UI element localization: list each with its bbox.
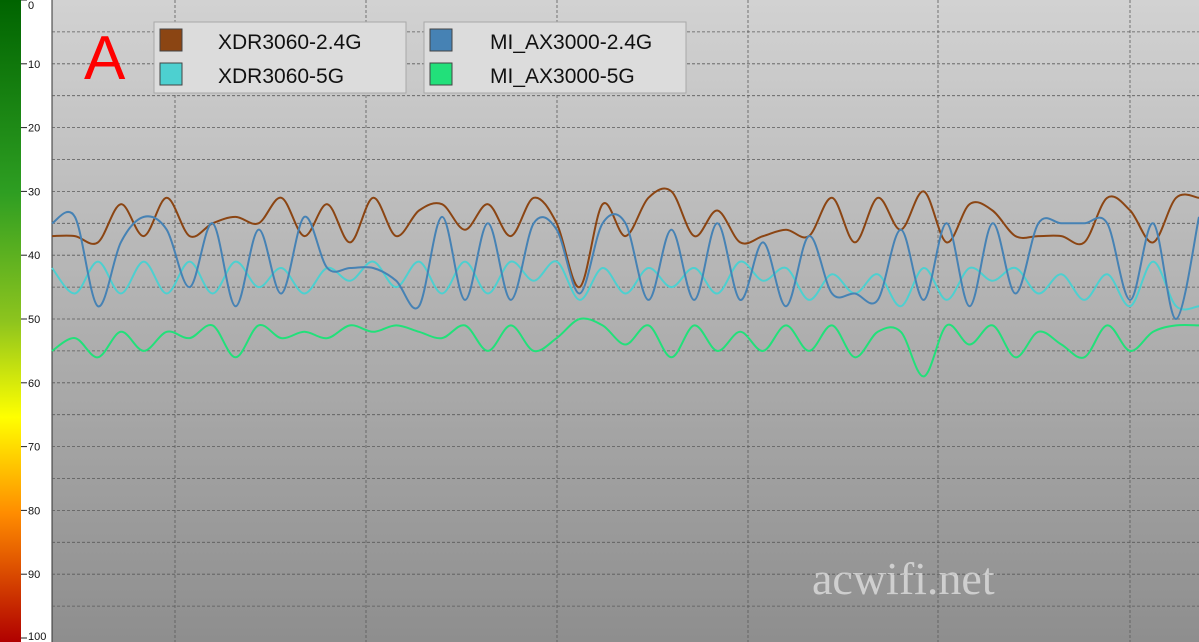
panel-label: A	[84, 24, 126, 93]
chart-canvas: 0 10 20 30 40 50 60 70 80 90 100 A XDR3060-2.4G XDR…	[0, 0, 1199, 642]
y-tick-label: 0	[28, 0, 34, 12]
y-tick-label: 100	[28, 631, 46, 642]
y-axis-ticks: 0 10 20 30 40 50 60 70 80 90 100	[21, 0, 46, 642]
y-tick-label: 10	[28, 59, 40, 71]
y-tick-label: 20	[28, 123, 40, 135]
y-tick-label: 30	[28, 186, 40, 198]
y-tick-label: 40	[28, 250, 40, 262]
legend-label-mi-ax3000-5g: MI_AX3000-5G	[490, 65, 635, 88]
y-tick-label: 60	[28, 378, 40, 390]
y-tick-label: 90	[28, 569, 40, 581]
color-scale-bar	[0, 0, 21, 642]
legend-swatch-mi-ax3000-2-4g	[429, 28, 453, 52]
legend-swatch-xdr3060-2-4g	[159, 28, 183, 52]
legend-label-mi-ax3000-2-4g: MI_AX3000-2.4G	[490, 31, 652, 54]
plot-area	[52, 0, 1199, 642]
watermark-text: acwifi.net	[812, 553, 995, 604]
y-tick-label: 80	[28, 505, 40, 517]
legend-swatch-xdr3060-5g	[159, 62, 183, 86]
signal-chart: 0 10 20 30 40 50 60 70 80 90 100 A XDR3060-2.4G XDR…	[0, 0, 1199, 642]
y-tick-label: 70	[28, 442, 40, 454]
legend-swatch-mi-ax3000-5g	[429, 62, 453, 86]
legend-label-xdr3060-5g: XDR3060-5G	[218, 65, 344, 88]
legend-label-xdr3060-2-4g: XDR3060-2.4G	[218, 31, 362, 54]
y-tick-label: 50	[28, 314, 40, 326]
